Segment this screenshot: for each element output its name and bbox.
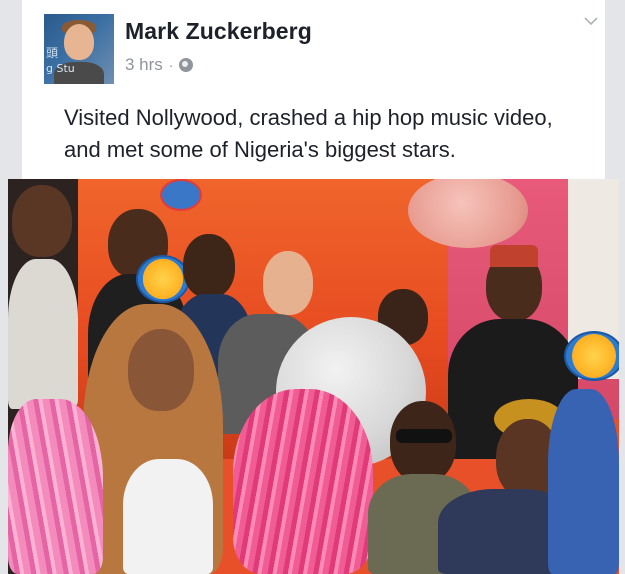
author-name-link[interactable]: Mark Zuckerberg xyxy=(125,18,312,45)
post-meta: 3 hrs · xyxy=(125,55,194,75)
post-timestamp[interactable]: 3 hrs xyxy=(125,55,163,75)
photo-sign-wow xyxy=(136,255,190,303)
globe-icon[interactable] xyxy=(179,58,194,72)
photo-pink-pompom xyxy=(233,389,373,574)
post-photo[interactable] xyxy=(8,179,619,574)
photo-pop-sign xyxy=(160,179,202,211)
avatar-background-text: 頭 xyxy=(46,46,59,60)
photo-sign-blast xyxy=(564,331,619,381)
photo-pink-pompom-left xyxy=(8,399,103,574)
avatar-face xyxy=(64,24,94,60)
avatar-background-text-2: g Stu xyxy=(46,62,75,75)
chevron-down-icon[interactable] xyxy=(584,14,598,28)
meta-separator: · xyxy=(168,57,174,73)
avatar[interactable]: 頭 g Stu xyxy=(44,14,114,84)
post-text: Visited Nollywood, crashed a hip hop mus… xyxy=(64,105,553,162)
